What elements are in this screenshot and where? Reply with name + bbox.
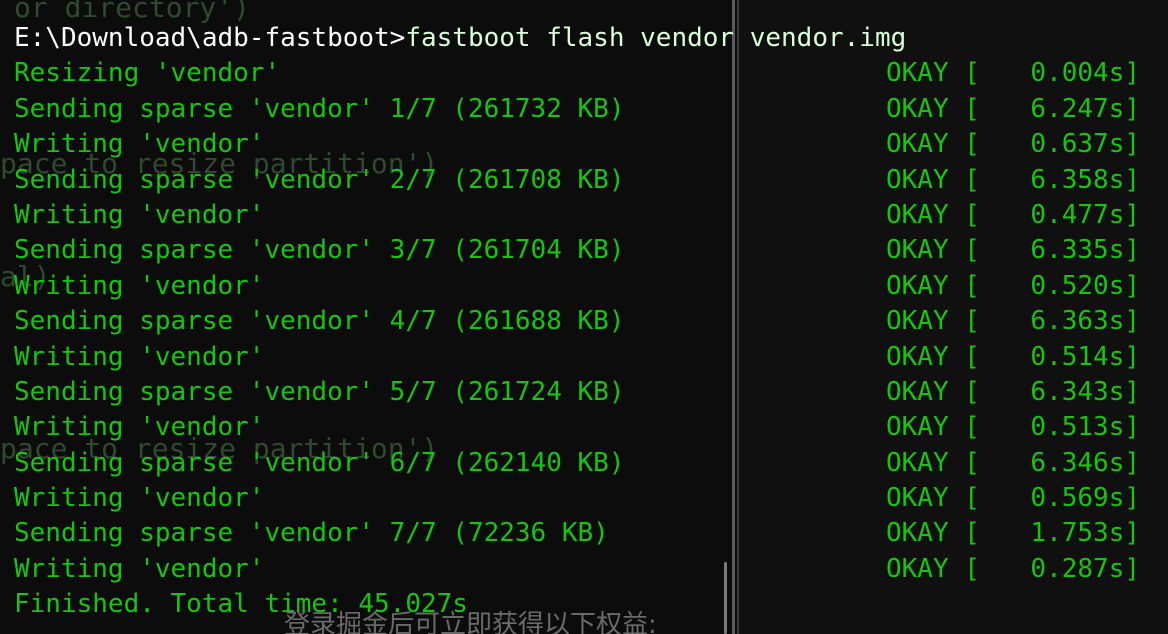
output-line: Writing 'vendor' OKAY [ 0.637s] <box>14 127 1154 162</box>
output-line: Sending sparse 'vendor' 1/7 (261732 KB) O… <box>14 92 1154 127</box>
output-line: Sending sparse 'vendor' 2/7 (261708 KB) O… <box>14 163 1154 198</box>
output-line-text: Sending sparse 'vendor' 1/7 (261732 KB) <box>14 93 625 124</box>
output-line-time: 0.520s] <box>1030 270 1140 301</box>
output-line-status: OKAY [ <box>886 412 980 443</box>
output-line-time: 0.477s] <box>1030 199 1140 230</box>
output-line: Writing 'vendor' OKAY [ 0.569s] <box>14 481 1154 516</box>
output-line: Sending sparse 'vendor' 7/7 (72236 KB) OK… <box>14 516 1154 551</box>
output-line-status: OKAY [ <box>886 483 980 514</box>
output-line-status: OKAY [ <box>886 270 980 301</box>
output-line-status: OKAY [ <box>886 199 980 230</box>
output-line-text: Sending sparse 'vendor' 4/7 (261688 KB) <box>14 306 625 337</box>
command-line: E:\Download\adb-fastboot>fastboot flash … <box>14 21 1154 56</box>
terminal-output: E:\Download\adb-fastboot>fastboot flash … <box>14 21 1154 623</box>
output-line-time: 0.287s] <box>1030 553 1140 584</box>
output-line-text: Writing 'vendor' <box>14 270 265 301</box>
output-line-time: 6.346s] <box>1030 447 1140 478</box>
ghost-text-top: or directory') <box>14 0 251 24</box>
output-line-text: Sending sparse 'vendor' 5/7 (261724 KB) <box>14 376 625 407</box>
output-line-status: OKAY [ <box>886 235 980 266</box>
output-line: Sending sparse 'vendor' 5/7 (261724 KB) O… <box>14 375 1154 410</box>
output-line-time: 1.753s] <box>1030 518 1140 549</box>
output-line: Writing 'vendor' OKAY [ 0.477s] <box>14 198 1154 233</box>
output-line-text: Sending sparse 'vendor' 3/7 (261704 KB) <box>14 235 625 266</box>
output-line-time: 6.335s] <box>1030 235 1140 266</box>
output-line-time: 0.004s] <box>1030 58 1140 89</box>
output-line-status: OKAY [ <box>886 58 980 89</box>
output-line: Resizing 'vendor' OKAY [ 0.004s] <box>14 56 1154 91</box>
output-line: Writing 'vendor' OKAY [ 0.513s] <box>14 410 1154 445</box>
output-line-status: OKAY [ <box>886 129 980 160</box>
output-line: Sending sparse 'vendor' 3/7 (261704 KB) O… <box>14 233 1154 268</box>
shell-prompt: E:\Download\adb-fastboot> <box>14 23 406 53</box>
output-line-text: Writing 'vendor' <box>14 412 265 443</box>
output-line-status: OKAY [ <box>886 553 980 584</box>
output-line-text: Writing 'vendor' <box>14 199 265 230</box>
output-line-text: Writing 'vendor' <box>14 341 265 372</box>
output-line-time: 0.569s] <box>1030 483 1140 514</box>
output-line-status: OKAY [ <box>886 93 980 124</box>
output-line-text: Writing 'vendor' <box>14 553 265 584</box>
output-line-time: 6.363s] <box>1030 306 1140 337</box>
output-line-text: Resizing 'vendor' <box>14 58 281 89</box>
output-line-text: Sending sparse 'vendor' 6/7 (262140 KB) <box>14 447 625 478</box>
output-line-time: 6.343s] <box>1030 376 1140 407</box>
output-line-time: 6.358s] <box>1030 164 1140 195</box>
output-line: Writing 'vendor' OKAY [ 0.514s] <box>14 340 1154 375</box>
output-line: Writing 'vendor' OKAY [ 0.520s] <box>14 269 1154 304</box>
output-line-status: OKAY [ <box>886 447 980 478</box>
output-line: Writing 'vendor' OKAY [ 0.287s] <box>14 552 1154 587</box>
output-line-time: 6.247s] <box>1030 93 1140 124</box>
output-line-time: 0.637s] <box>1030 129 1140 160</box>
output-line-text: Sending sparse 'vendor' 7/7 (72236 KB) <box>14 518 609 549</box>
finished-line: Finished. Total time: 45.027s <box>14 589 468 620</box>
terminal-window[interactable]: or directory') pace to resize partition'… <box>0 0 1168 634</box>
output-line-status: OKAY [ <box>886 518 980 549</box>
output-line: Sending sparse 'vendor' 4/7 (261688 KB) O… <box>14 304 1154 339</box>
output-line-status: OKAY [ <box>886 376 980 407</box>
output-line: Sending sparse 'vendor' 6/7 (262140 KB) O… <box>14 446 1154 481</box>
shell-command: fastboot flash vendor vendor.img <box>405 23 907 53</box>
output-line-text: Writing 'vendor' <box>14 483 265 514</box>
output-line-status: OKAY [ <box>886 306 980 337</box>
output-line-text: Writing 'vendor' <box>14 129 265 160</box>
output-line-status: OKAY [ <box>886 341 980 372</box>
output-line-time: 0.513s] <box>1030 412 1140 443</box>
output-line-text: Sending sparse 'vendor' 2/7 (261708 KB) <box>14 164 625 195</box>
output-line-status: OKAY [ <box>886 164 980 195</box>
output-line-time: 0.514s] <box>1030 341 1140 372</box>
